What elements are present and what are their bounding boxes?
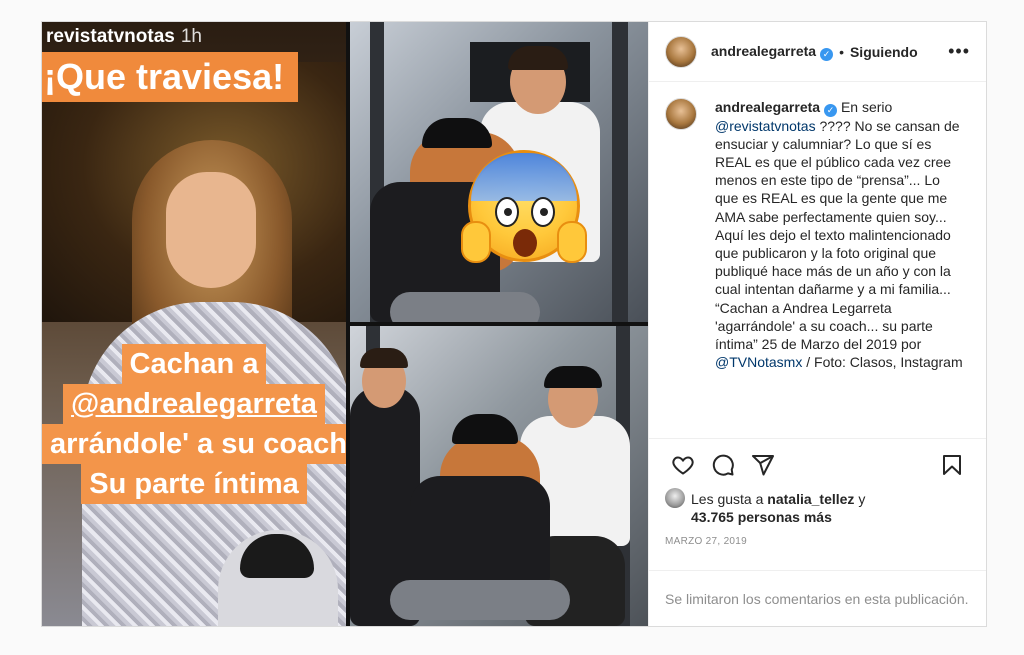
post-header: andrealegarreta ✓ • Siguiendo ••• [649, 22, 986, 82]
story-screenshot-panel: revistatvnotas 1h ¡Que traviesa! Cachan a… [42, 22, 346, 626]
likes-prefix: Les gusta a [691, 491, 764, 507]
heart-icon[interactable] [663, 445, 703, 485]
story-caption-line: Su parte íntima [81, 464, 307, 504]
emoji-eye [531, 197, 555, 227]
liker-username[interactable]: natalia_tellez [767, 491, 854, 507]
verified-badge-icon: ✓ [820, 47, 834, 61]
post-card: revistatvnotas 1h ¡Que traviesa! Cachan a… [41, 21, 987, 627]
man-cap-bottom [544, 366, 602, 388]
story-caption-line: Cachan a [121, 344, 267, 384]
gym-photo-top [350, 22, 648, 322]
story-username-text: revistatvnotas [46, 26, 175, 47]
woman-cap-bottom [452, 414, 518, 444]
likes-text: Les gusta a natalia_tellez y 43.765 pers… [691, 490, 865, 526]
comments-limited-notice: Se limitaron los comentarios en esta pub… [649, 570, 986, 626]
emoji-eye [495, 197, 519, 227]
caption-author[interactable]: andrealegarreta [715, 99, 820, 115]
story-headline: ¡Que traviesa! [42, 52, 299, 102]
likes-conjunction: y [858, 491, 866, 507]
woman-face-shape [166, 172, 256, 288]
bookmark-icon[interactable] [932, 445, 972, 485]
story-time: 1h [180, 26, 202, 47]
separator-dot: • [839, 43, 844, 60]
woman-shirt-bottom [410, 476, 550, 586]
coach-hair [360, 348, 408, 368]
caption-mention[interactable]: @revistatvnotas [715, 118, 816, 134]
following-button[interactable]: Siguiendo [850, 44, 918, 60]
woman-cap-top [422, 118, 492, 148]
verified-badge-icon: ✓ [824, 103, 838, 117]
woman-leg-top [390, 292, 540, 322]
emoji-hand [461, 221, 491, 263]
caption-text-part: En serio [840, 99, 893, 115]
story-username: revistatvnotas 1h [46, 26, 202, 48]
likes-count[interactable]: 43.765 personas más [691, 509, 832, 525]
story-caption-line: arrándole' a su coach [42, 424, 346, 464]
liker-avatar[interactable] [665, 488, 685, 508]
emoji-mouth [513, 229, 537, 257]
share-icon[interactable] [743, 445, 783, 485]
action-bar [649, 438, 986, 490]
post-sidebar: andrealegarreta ✓ • Siguiendo ••• andreal… [648, 22, 986, 626]
caption-text-part: / Foto: Clasos, Instagram [806, 354, 963, 371]
man-hair [508, 46, 568, 70]
caption-area: andrealegarreta ✓ En serio @revistatvnota… [649, 82, 986, 438]
gym-bar [612, 22, 628, 322]
comment-icon[interactable] [703, 445, 743, 485]
caption-mention[interactable]: @TVNotasmx [715, 354, 802, 370]
likes-summary: Les gusta a natalia_tellez y 43.765 pers… [649, 488, 986, 530]
caption-text-part: ???? No se cansan de ensuciar y calumnia… [715, 117, 960, 353]
author-username[interactable]: andrealegarreta ✓ [711, 43, 834, 61]
gym-photo-bottom [350, 326, 648, 626]
post-media-collage[interactable]: revistatvnotas 1h ¡Que traviesa! Cachan a… [42, 22, 648, 626]
post-caption: andrealegarreta ✓ En serio @revistatvnota… [715, 98, 965, 438]
screaming-emoji-icon [461, 150, 587, 263]
author-avatar[interactable] [665, 35, 697, 68]
more-options-icon[interactable]: ••• [948, 41, 970, 62]
story-caption: Cachan a @andrealegarreta arrándole' a s… [42, 344, 346, 504]
post-date[interactable]: MARZO 27, 2019 [649, 530, 986, 566]
story-caption-line: @andrealegarreta [63, 384, 325, 424]
woman-leg-bottom [390, 580, 570, 620]
author-username-text[interactable]: andrealegarreta [711, 43, 816, 59]
emoji-hand [557, 221, 587, 263]
caption-author-avatar[interactable] [665, 98, 697, 130]
